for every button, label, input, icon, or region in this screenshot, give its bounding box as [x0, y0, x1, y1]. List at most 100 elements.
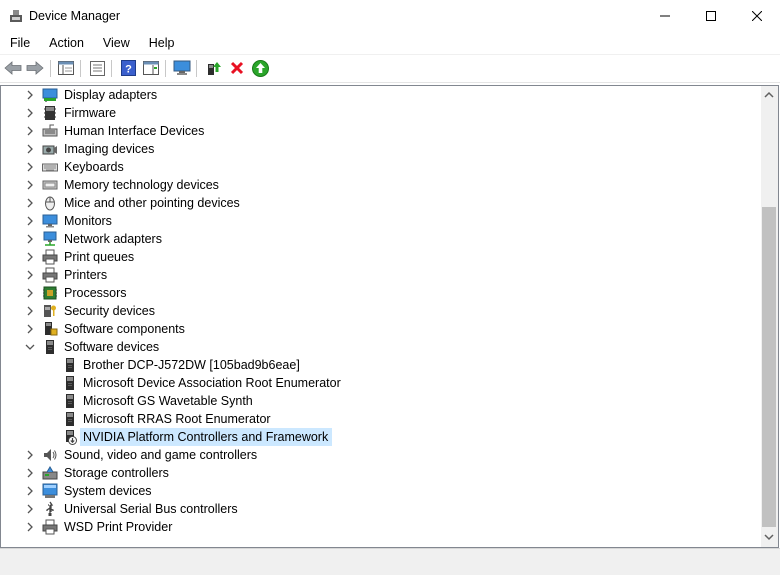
category-label[interactable]: Sound, video and game controllers — [64, 446, 257, 464]
expand-chevron-icon[interactable] — [25, 234, 35, 244]
close-button[interactable] — [734, 0, 780, 32]
usb-icon — [46, 501, 54, 516]
scrollbar-thumb[interactable] — [762, 207, 776, 527]
show-action-pane-button[interactable] — [142, 59, 160, 77]
tree-category-row[interactable]: Human Interface Devices — [1, 122, 760, 140]
tree-category-row[interactable]: Software devices — [1, 338, 760, 356]
menu-help[interactable]: Help — [139, 32, 184, 54]
scan-hardware-changes-button[interactable] — [173, 59, 191, 77]
device-label[interactable]: Microsoft RRAS Root Enumerator — [83, 410, 271, 428]
category-label[interactable]: Printers — [64, 266, 107, 284]
category-label[interactable]: Human Interface Devices — [64, 122, 204, 140]
category-label[interactable]: System devices — [64, 482, 152, 500]
expand-chevron-icon[interactable] — [25, 486, 35, 496]
expand-chevron-icon[interactable] — [25, 90, 35, 100]
tree-category-row[interactable]: System devices — [1, 482, 760, 500]
enable-device-button[interactable] — [251, 59, 269, 77]
printer-icon — [42, 267, 58, 283]
collapse-chevron-icon[interactable] — [25, 342, 35, 352]
expand-chevron-icon[interactable] — [25, 108, 35, 118]
expand-chevron-icon[interactable] — [25, 252, 35, 262]
category-label[interactable]: Universal Serial Bus controllers — [64, 500, 238, 518]
scroll-up-icon[interactable] — [764, 91, 774, 98]
expand-chevron-icon[interactable] — [25, 324, 35, 334]
tree-category-row[interactable]: Memory technology devices — [1, 176, 760, 194]
category-label[interactable]: Software components — [64, 320, 185, 338]
expand-chevron-icon[interactable] — [25, 504, 35, 514]
category-label[interactable]: Display adapters — [64, 86, 157, 104]
close-icon — [752, 11, 762, 21]
tree-category-row[interactable]: Imaging devices — [1, 140, 760, 158]
help-button[interactable]: ? — [119, 59, 137, 77]
expand-chevron-icon[interactable] — [25, 126, 35, 136]
update-driver-button[interactable] — [205, 59, 223, 77]
category-label[interactable]: Security devices — [64, 302, 155, 320]
category-label[interactable]: Monitors — [64, 212, 112, 230]
maximize-button[interactable] — [688, 0, 734, 32]
category-label[interactable]: Mice and other pointing devices — [64, 194, 240, 212]
software-component-icon — [45, 322, 58, 336]
tree-device-row[interactable]: Brother DCP-J572DW [105bad9b6eae] — [1, 356, 760, 374]
tree-category-row[interactable]: Processors — [1, 284, 760, 302]
category-label[interactable]: Firmware — [64, 104, 116, 122]
category-label[interactable]: Imaging devices — [64, 140, 154, 158]
tree-category-row[interactable]: Print queues — [1, 248, 760, 266]
device-label[interactable]: Microsoft GS Wavetable Synth — [83, 392, 253, 410]
category-label[interactable]: Network adapters — [64, 230, 162, 248]
processor-icon — [43, 286, 57, 300]
expand-chevron-icon[interactable] — [25, 288, 35, 298]
tree-device-row[interactable]: Microsoft GS Wavetable Synth — [1, 392, 760, 410]
menu-view[interactable]: View — [93, 32, 139, 54]
tree-category-row[interactable]: WSD Print Provider — [1, 518, 760, 536]
expand-chevron-icon[interactable] — [25, 450, 35, 460]
device-label[interactable]: Brother DCP-J572DW [105bad9b6eae] — [83, 356, 300, 374]
tree-category-row[interactable]: Firmware — [1, 104, 760, 122]
software-device-warning-icon — [66, 430, 77, 445]
tree-category-row[interactable]: Security devices — [1, 302, 760, 320]
category-label[interactable]: WSD Print Provider — [64, 518, 172, 536]
tree-category-row[interactable]: Storage controllers — [1, 464, 760, 482]
tree-category-row[interactable]: Display adapters — [1, 86, 760, 104]
expand-chevron-icon[interactable] — [25, 198, 35, 208]
expand-chevron-icon[interactable] — [25, 306, 35, 316]
show-hide-console-tree-button[interactable] — [57, 59, 75, 77]
uninstall-device-button[interactable] — [228, 59, 246, 77]
scroll-down-icon[interactable] — [764, 534, 774, 541]
expand-chevron-icon[interactable] — [25, 468, 35, 478]
vertical-scrollbar[interactable] — [761, 86, 778, 547]
expand-chevron-icon[interactable] — [25, 162, 35, 172]
category-label[interactable]: Memory technology devices — [64, 176, 219, 194]
tree-device-row-selected[interactable]: NVIDIA Platform Controllers and Framewor… — [1, 428, 760, 446]
tree-category-row[interactable]: Software components — [1, 320, 760, 338]
expand-chevron-icon[interactable] — [25, 144, 35, 154]
tree-device-row[interactable]: Microsoft RRAS Root Enumerator — [1, 410, 760, 428]
tree-category-row[interactable]: Sound, video and game controllers — [1, 446, 760, 464]
device-tree[interactable]: Display adapters Firmware Human Interface … — [1, 86, 760, 547]
tree-category-row[interactable]: Printers — [1, 266, 760, 284]
expand-chevron-icon[interactable] — [25, 522, 35, 532]
tree-category-row[interactable]: Universal Serial Bus controllers — [1, 500, 760, 518]
properties-button[interactable] — [88, 59, 106, 77]
firmware-chip-icon — [44, 106, 56, 120]
back-button[interactable] — [4, 59, 22, 77]
device-label[interactable]: NVIDIA Platform Controllers and Framewor… — [80, 428, 333, 446]
tree-category-row[interactable]: Monitors — [1, 212, 760, 230]
device-label[interactable]: Microsoft Device Association Root Enumer… — [83, 374, 341, 392]
category-label[interactable]: Software devices — [64, 338, 159, 356]
menu-file[interactable]: File — [0, 32, 39, 54]
category-label[interactable]: Print queues — [64, 248, 134, 266]
tree-category-row[interactable]: Network adapters — [1, 230, 760, 248]
expand-chevron-icon[interactable] — [25, 270, 35, 280]
expand-chevron-icon[interactable] — [25, 180, 35, 190]
category-label[interactable]: Processors — [64, 284, 127, 302]
tree-device-row[interactable]: Microsoft Device Association Root Enumer… — [1, 374, 760, 392]
forward-button[interactable] — [26, 59, 44, 77]
menu-action[interactable]: Action — [39, 32, 93, 54]
minimize-button[interactable] — [642, 0, 688, 32]
category-label[interactable]: Keyboards — [64, 158, 124, 176]
tree-category-row[interactable]: Keyboards — [1, 158, 760, 176]
software-device-icon — [66, 358, 74, 372]
tree-category-row[interactable]: Mice and other pointing devices — [1, 194, 760, 212]
category-label[interactable]: Storage controllers — [64, 464, 169, 482]
expand-chevron-icon[interactable] — [25, 216, 35, 226]
